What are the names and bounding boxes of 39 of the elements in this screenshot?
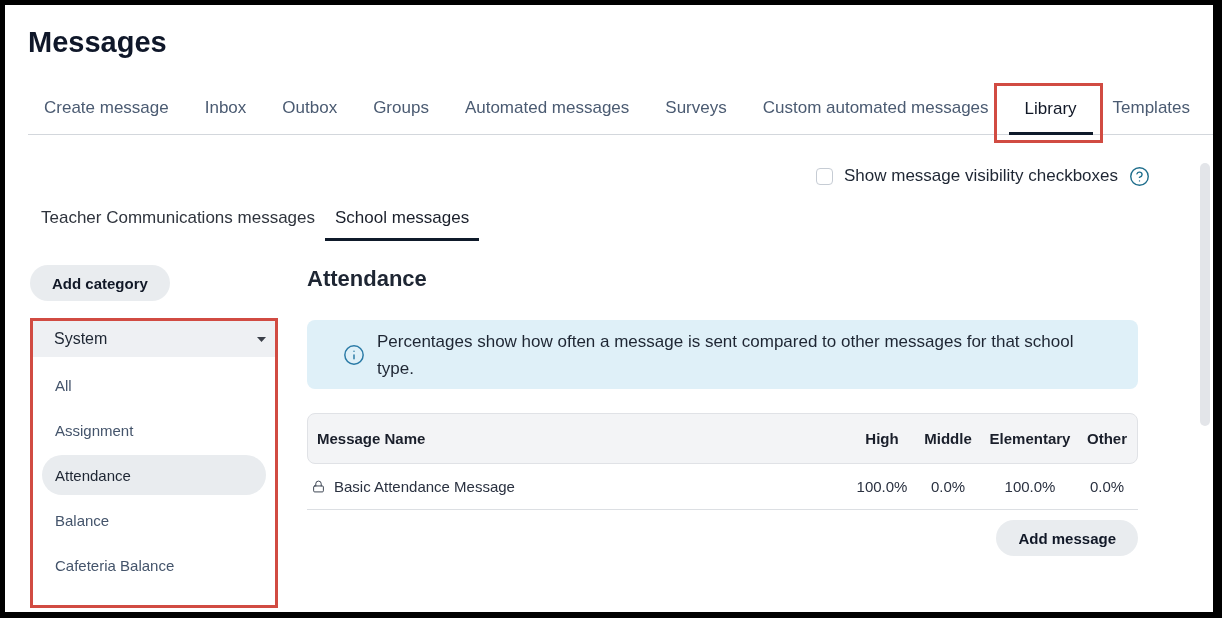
nav-tab[interactable]: Library xyxy=(1008,86,1093,135)
table-cell: 100.0% xyxy=(856,478,908,495)
sub-tab[interactable]: Teacher Communications messages xyxy=(31,203,325,241)
category-item[interactable]: Attendance xyxy=(42,455,266,495)
help-icon[interactable] xyxy=(1129,165,1150,187)
category-item[interactable]: Assignment xyxy=(42,410,266,450)
column-header: Message Name xyxy=(317,430,426,447)
category-item[interactable]: All xyxy=(42,365,266,405)
table-cell: Basic Attendance Message xyxy=(334,478,515,495)
add-category-button[interactable]: Add category xyxy=(30,265,170,301)
page-title: Messages xyxy=(28,25,167,60)
column-header: High xyxy=(865,430,899,447)
caret-icon xyxy=(257,336,266,342)
category-item[interactable]: Cafeteria Balance xyxy=(42,545,266,585)
sub-tab[interactable]: School messages xyxy=(325,203,480,241)
add-message-button[interactable]: Add message xyxy=(996,520,1138,556)
nav-tab[interactable]: Inbox xyxy=(188,85,263,134)
nav-tab[interactable]: Templates xyxy=(1096,85,1207,134)
column-header: Elementary xyxy=(989,430,1071,447)
nav-tab[interactable]: Surveys xyxy=(649,85,743,134)
nav-tab[interactable]: Groups xyxy=(357,85,445,134)
nav-tab[interactable]: Create message xyxy=(28,85,185,134)
column-header: Other xyxy=(1087,430,1127,447)
category-item[interactable]: Balance xyxy=(42,500,266,540)
scrollbar-thumb[interactable] xyxy=(1200,163,1210,426)
info-text: Percentages show how often a message is sent compared to other messages for that school type. xyxy=(377,331,1075,380)
column-header: Middle xyxy=(924,430,972,447)
info-icon xyxy=(343,344,365,366)
table-cell: 0.0% xyxy=(1089,478,1125,495)
nav-tab[interactable]: Custom automated messages xyxy=(746,85,1005,134)
table-cell: 0.0% xyxy=(930,478,966,495)
nav-tab[interactable]: Automated messages xyxy=(448,85,646,134)
nav-tab[interactable]: Outbox xyxy=(266,85,354,134)
table-cell: 100.0% xyxy=(1004,478,1056,495)
select-value: System xyxy=(54,330,108,348)
section-heading: Attendance xyxy=(307,265,427,293)
category-select[interactable]: System xyxy=(33,321,275,357)
checkbox-label: Show message visibility checkboxes xyxy=(844,166,1118,186)
visibility-checkbox[interactable] xyxy=(816,167,833,185)
